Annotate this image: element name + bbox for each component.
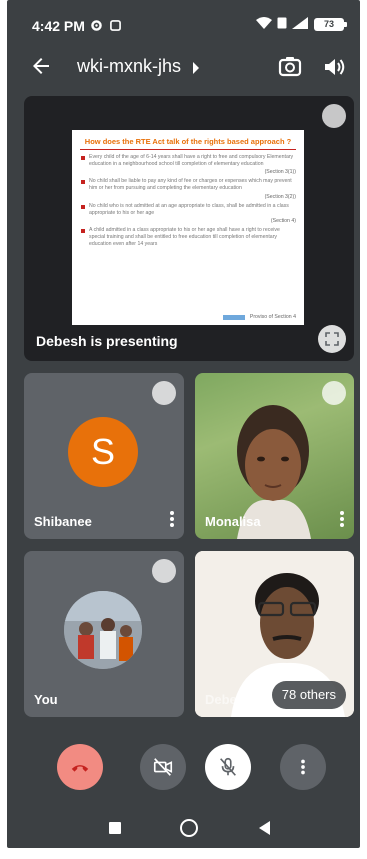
presenting-label: Debesh is presenting (36, 333, 178, 349)
sim-icon (277, 17, 287, 29)
home-icon[interactable] (180, 819, 198, 837)
mic-off-icon (220, 757, 236, 776)
recents-icon[interactable] (109, 822, 121, 834)
slide-footer: Proviso of Section 4 (222, 314, 296, 320)
slide-bullet: No child who is not admitted at an age a… (80, 203, 296, 216)
meeting-code[interactable]: wki-mxnk-jhs (77, 56, 181, 77)
mic-indicator (322, 381, 346, 405)
mic-indicator (152, 381, 176, 405)
presentation-tile[interactable]: How does the RTE Act talk of the rights … (24, 96, 354, 361)
end-call-button[interactable] (57, 744, 103, 790)
avatar: S (68, 417, 138, 487)
participant-name: You (34, 692, 58, 707)
back-arrow-icon[interactable] (29, 54, 53, 78)
slide-bullet: Every child of the age of 6-14 years sha… (80, 154, 296, 167)
camera-switch-icon[interactable] (277, 54, 303, 80)
slide-citation: (Section 3(2)) (264, 193, 296, 200)
camera-off-button[interactable] (140, 744, 186, 790)
slide-bullet: A child admitted in a class appropriate … (80, 227, 296, 247)
more-options-icon (301, 759, 305, 775)
more-vert-icon[interactable] (340, 511, 344, 527)
meet-screen: 4:42 PM 73 wki-mxnk-jhs How does the RTE… (7, 0, 360, 848)
participant-tile-you: You (24, 551, 184, 717)
navigation-bar (7, 800, 360, 848)
slide-citation: (Section 4) (270, 218, 296, 225)
status-left-icons (90, 17, 122, 35)
sync-icon (110, 20, 122, 32)
slide-logo (222, 314, 245, 320)
slide-footer-text: Proviso of Section 4 (249, 314, 296, 320)
avatar-photo (64, 591, 142, 669)
avatar (64, 591, 142, 669)
participant-tile-others[interactable]: Debesh 78 others (195, 551, 354, 717)
speaker-icon[interactable] (321, 54, 347, 80)
battery-tip (344, 22, 347, 27)
participant-name: Debesh (205, 692, 252, 707)
participant-tile-shibanee[interactable]: S Shibanee (24, 373, 184, 539)
back-icon[interactable] (259, 821, 270, 835)
battery-icon: 73 (314, 18, 344, 31)
fullscreen-button[interactable] (318, 325, 346, 353)
fullscreen-icon (325, 332, 339, 346)
more-options-button[interactable] (280, 744, 326, 790)
wifi-icon (256, 17, 272, 29)
settings-icon (91, 20, 102, 32)
signal-icon (292, 17, 308, 29)
participant-name: Monalisa (205, 514, 261, 529)
slide-bullet: No child shall be liable to pay any kind… (80, 178, 296, 191)
more-vert-icon[interactable] (170, 511, 174, 527)
shared-slide: How does the RTE Act talk of the rights … (72, 130, 304, 325)
others-count-button[interactable]: 78 others (271, 681, 346, 709)
slide-title: How does the RTE Act talk of the rights … (84, 137, 292, 146)
slide-divider (80, 149, 296, 150)
camera-off-icon (153, 758, 173, 776)
mic-off-button[interactable] (205, 744, 251, 790)
mic-indicator (152, 559, 176, 583)
call-controls (7, 740, 360, 796)
caret-right-icon[interactable] (191, 62, 201, 74)
end-call-icon (71, 765, 89, 772)
slide-citation: (Section 3(1)) (264, 169, 296, 176)
status-time: 4:42 PM (32, 18, 85, 34)
status-bar: 4:42 PM 73 (7, 0, 360, 46)
participant-name: Shibanee (34, 514, 92, 529)
top-bar: wki-mxnk-jhs (7, 46, 360, 86)
presenter-mic-indicator (322, 104, 346, 128)
participant-tile-monalisa[interactable]: Monalisa (195, 373, 354, 539)
status-right-icons (256, 17, 308, 29)
